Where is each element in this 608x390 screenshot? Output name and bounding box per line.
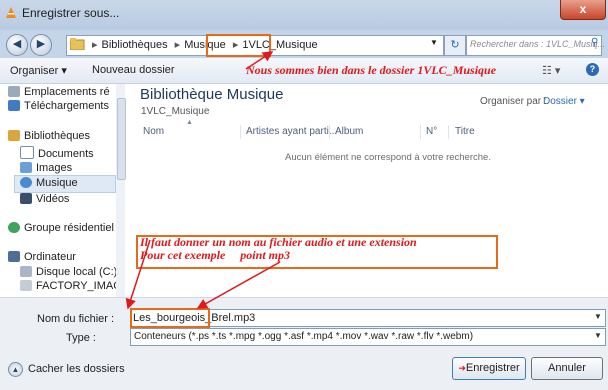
arrow-to-filename-left: [125, 239, 151, 310]
arrow-to-folder: [245, 51, 274, 70]
arrow-to-filename-right: [196, 261, 281, 309]
annotation-arrows: [125, 51, 281, 310]
